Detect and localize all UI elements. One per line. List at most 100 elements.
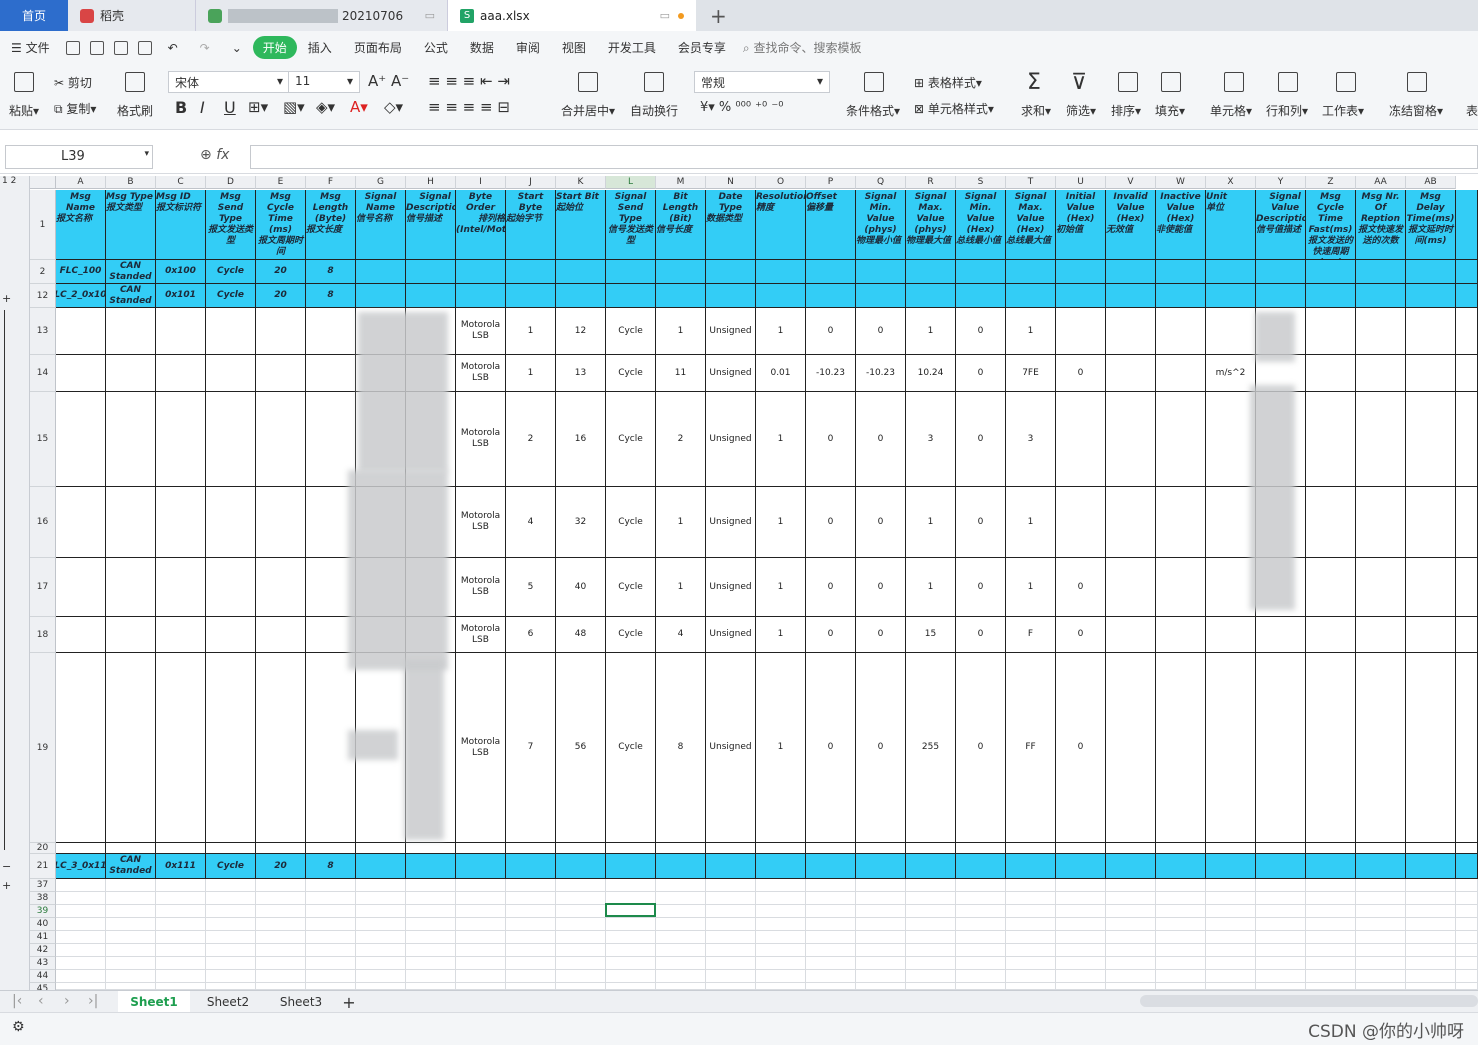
message-cell-empty[interactable] [706, 284, 756, 308]
empty-cell[interactable] [456, 944, 506, 957]
empty-cell[interactable] [1406, 970, 1456, 983]
signal-cell-maxp[interactable]: 1 [906, 308, 956, 355]
message-cell-empty[interactable] [1306, 260, 1356, 284]
message-cell-empty[interactable] [556, 854, 606, 879]
signal-cell-empty[interactable] [1356, 487, 1406, 558]
signal-cell-minh[interactable]: 0 [956, 392, 1006, 487]
signal-cell-empty[interactable] [1406, 392, 1456, 487]
message-cell-empty[interactable] [756, 284, 806, 308]
empty-cell[interactable] [306, 944, 356, 957]
empty-cell[interactable] [206, 905, 256, 918]
empty-cell[interactable] [356, 970, 406, 983]
signal-cell-order[interactable]: Motorola LSB [456, 308, 506, 355]
signal-cell-unit[interactable] [1206, 308, 1256, 355]
empty-cell[interactable] [506, 983, 556, 990]
column-header-q[interactable]: Q [856, 176, 906, 189]
preview-icon[interactable] [137, 40, 152, 55]
row-header-44[interactable]: 44 [30, 970, 56, 983]
empty-cell[interactable] [106, 918, 156, 931]
border-icon[interactable]: ⊞▾ [248, 98, 268, 116]
menu-start[interactable]: 开始 [252, 36, 297, 59]
column-header-x[interactable]: X [1206, 176, 1256, 189]
formula-input[interactable] [250, 145, 1478, 169]
empty-cell[interactable] [1456, 892, 1478, 905]
empty-cell[interactable] [1056, 843, 1106, 854]
redo-icon[interactable]: ↷ [189, 41, 221, 55]
signal-cell-empty[interactable] [1106, 558, 1156, 617]
column-header-d[interactable]: D [206, 176, 256, 189]
signal-cell-sbit[interactable]: 13 [556, 355, 606, 392]
header-cell-y[interactable]: Signal Value Description信号值描述 [1256, 190, 1306, 260]
empty-cell[interactable] [356, 905, 406, 918]
signal-cell-unit[interactable] [1206, 392, 1256, 487]
signal-cell-sbyte[interactable]: 4 [506, 487, 556, 558]
empty-cell[interactable] [56, 931, 106, 944]
sheet-tab-sheet3[interactable]: Sheet3 [265, 991, 337, 1013]
empty-cell[interactable] [856, 970, 906, 983]
empty-cell[interactable] [756, 879, 806, 892]
column-header-n[interactable]: N [706, 176, 756, 189]
empty-cell[interactable] [556, 931, 606, 944]
message-cell-empty[interactable] [1056, 260, 1106, 284]
empty-cell[interactable] [706, 905, 756, 918]
empty-cell[interactable] [806, 957, 856, 970]
empty-cell[interactable] [1256, 983, 1306, 990]
empty-cell[interactable] [206, 892, 256, 905]
clear-icon[interactable]: ◇▾ [384, 98, 403, 116]
signal-cell-empty[interactable] [1456, 558, 1478, 617]
signal-cell-empty[interactable] [1156, 653, 1206, 843]
message-cell-empty[interactable] [1206, 854, 1256, 879]
message-cell-type[interactable]: CAN Standed [106, 260, 156, 284]
sort-button[interactable]: 排序▾ [1111, 102, 1141, 119]
empty-cell[interactable] [506, 918, 556, 931]
tab-document-20210706[interactable]: 20210706 ▭ [196, 0, 448, 31]
header-cell-m[interactable]: Bit Length (Bit) 信号长度 [656, 190, 706, 260]
empty-cell[interactable] [1156, 892, 1206, 905]
empty-cell[interactable] [1356, 905, 1406, 918]
signal-cell-blen[interactable]: 8 [656, 653, 706, 843]
expand-group-icon[interactable]: + [2, 292, 11, 305]
header-cell-d[interactable]: Msg Send Type 报文发送类型 [206, 190, 256, 260]
signal-cell-blen[interactable]: 11 [656, 355, 706, 392]
signal-cell-empty[interactable] [256, 392, 306, 487]
signal-cell-empty[interactable] [1406, 653, 1456, 843]
empty-cell[interactable] [1206, 892, 1256, 905]
signal-cell-sbyte[interactable]: 7 [506, 653, 556, 843]
empty-cell[interactable] [256, 918, 306, 931]
new-tab-button[interactable]: + [696, 0, 741, 31]
message-cell-empty[interactable] [1006, 260, 1056, 284]
empty-cell[interactable] [956, 970, 1006, 983]
empty-cell[interactable] [1156, 905, 1206, 918]
message-cell-empty[interactable] [906, 284, 956, 308]
menu-data[interactable]: 数据 [459, 39, 505, 56]
message-cell-empty[interactable] [656, 260, 706, 284]
empty-cell[interactable] [406, 970, 456, 983]
column-header-e[interactable]: E [256, 176, 306, 189]
signal-cell-minh[interactable]: 0 [956, 653, 1006, 843]
header-cell-k[interactable]: Start Bit 起始位 [556, 190, 606, 260]
empty-cell[interactable] [406, 918, 456, 931]
empty-cell[interactable] [1056, 944, 1106, 957]
empty-cell[interactable] [1156, 879, 1206, 892]
empty-cell[interactable] [606, 970, 656, 983]
column-header-b[interactable]: B [106, 176, 156, 189]
message-cell-empty[interactable] [456, 284, 506, 308]
quick-access-dropdown-icon[interactable]: ⌄ [221, 41, 253, 55]
signal-cell-empty[interactable] [1156, 487, 1206, 558]
empty-cell[interactable] [1306, 918, 1356, 931]
empty-cell[interactable] [956, 983, 1006, 990]
signal-cell-maxh[interactable]: F [1006, 617, 1056, 653]
empty-cell[interactable] [906, 931, 956, 944]
empty-cell[interactable] [1056, 879, 1106, 892]
empty-cell[interactable] [356, 944, 406, 957]
empty-cell[interactable] [506, 892, 556, 905]
empty-cell[interactable] [806, 879, 856, 892]
header-cell-u[interactable]: Initial Value (Hex) 初始值 [1056, 190, 1106, 260]
signal-cell-order[interactable]: Motorola LSB [456, 487, 506, 558]
underline-icon[interactable]: U [224, 98, 236, 117]
empty-cell[interactable] [306, 931, 356, 944]
message-cell-empty[interactable] [856, 260, 906, 284]
signal-cell-empty[interactable] [156, 617, 206, 653]
signal-cell-minp[interactable]: 0 [856, 308, 906, 355]
signal-cell-empty[interactable] [1406, 355, 1456, 392]
